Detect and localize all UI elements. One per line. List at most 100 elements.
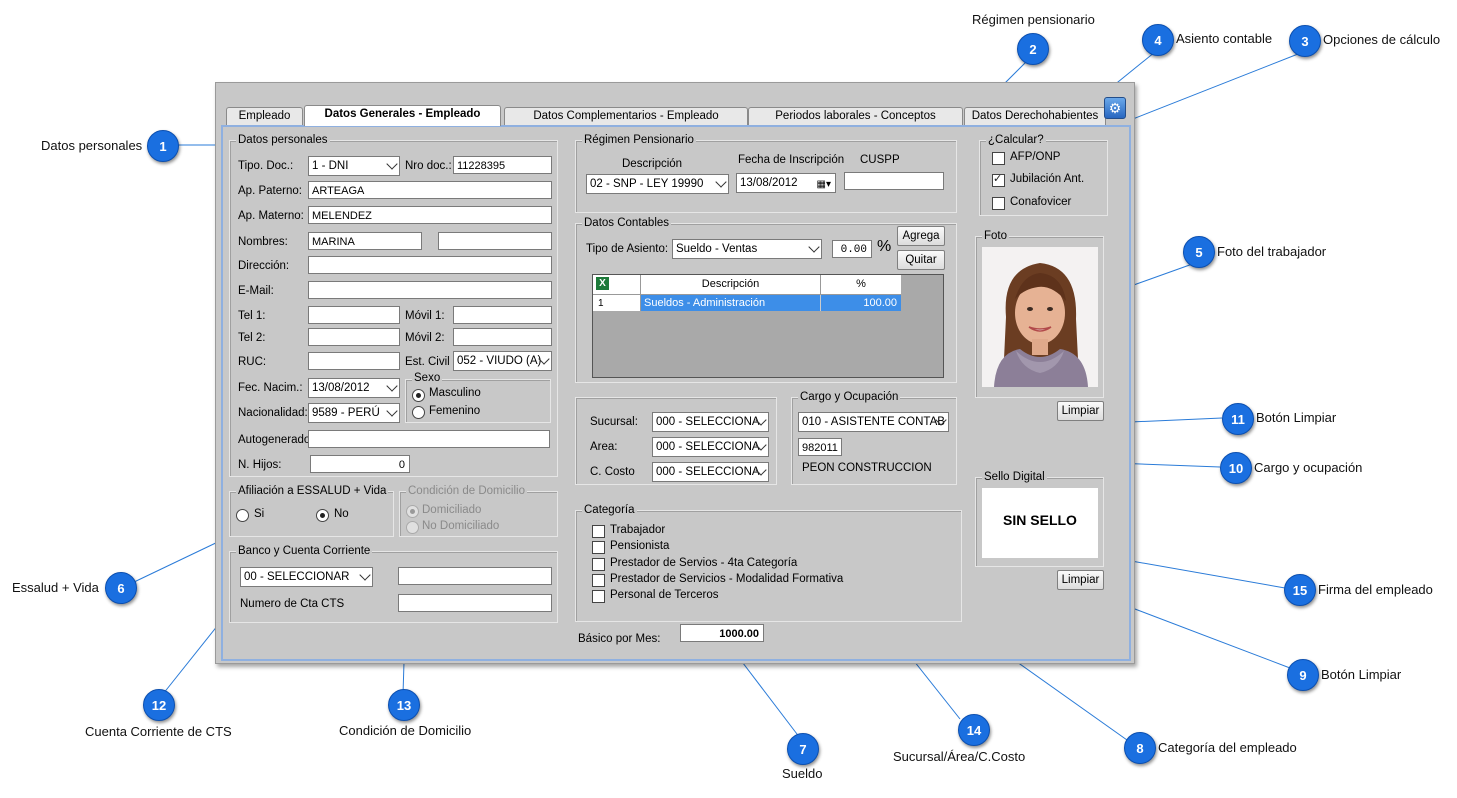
est-civil-select[interactable]: 052 - VIUDO (A) [453, 351, 552, 371]
prestador-4ta-checkbox[interactable] [592, 558, 605, 571]
tab-datos-derechohabientes[interactable]: Datos Derechohabientes [964, 107, 1106, 125]
tipo-asiento-select[interactable]: Sueldo - Ventas [672, 239, 822, 259]
femenino-radio[interactable] [412, 406, 425, 419]
ap-paterno-input[interactable]: ARTEAGA [308, 181, 552, 199]
masculino-label: Masculino [429, 387, 481, 399]
callout-badge-2: 2 [1017, 33, 1049, 65]
fecha-inscripcion-picker[interactable]: 13/08/2012 ▦▾ [736, 173, 836, 193]
n-hijos-input[interactable]: 0 [310, 455, 410, 473]
tab-periodos-laborales[interactable]: Periodos laborales - Conceptos [748, 107, 963, 125]
prestador-formativa-checkbox[interactable] [592, 574, 605, 587]
cuspp-label: CUSPP [860, 154, 900, 166]
excel-icon[interactable]: X [596, 277, 609, 290]
cts-input[interactable] [398, 594, 552, 612]
movil2-label: Móvil 2: [405, 332, 445, 344]
sello-legend: Sello Digital [982, 471, 1047, 483]
callout-label-6: Essalud + Vida [12, 580, 99, 595]
conafovicer-checkbox[interactable] [992, 197, 1005, 210]
percent-sign: % [877, 238, 892, 255]
employee-window: Empleado Datos Generales - Empleado Dato… [215, 82, 1135, 664]
autogenerado-label: Autogenerado: [238, 434, 314, 446]
afp-onp-checkbox[interactable] [992, 152, 1005, 165]
limpiar-sello-button[interactable]: Limpiar [1057, 570, 1104, 590]
ruc-label: RUC: [238, 356, 267, 368]
callout-badge-11: 11 [1222, 403, 1254, 435]
tipo-asiento-label: Tipo de Asiento: [586, 243, 669, 255]
email-input[interactable] [308, 281, 552, 299]
direccion-input[interactable] [308, 256, 552, 274]
quitar-button[interactable]: Quitar [897, 250, 945, 270]
nombres-input[interactable]: MARINA [308, 232, 422, 250]
ap-materno-input[interactable]: MELENDEZ [308, 206, 552, 224]
essalud-si-radio[interactable] [236, 509, 249, 522]
tab-datos-complementarios[interactable]: Datos Complementarios - Empleado [504, 107, 748, 125]
datos-personales-legend: Datos personales [236, 134, 330, 146]
agrega-button[interactable]: Agrega [897, 226, 945, 246]
nombres-2-input[interactable] [438, 232, 552, 250]
banco-group: Banco y Cuenta Corriente 00 - SELECCIONA… [229, 545, 558, 623]
ccosto-select[interactable]: 000 - SELECCIONA [652, 462, 769, 482]
domicilio-legend: Condición de Domicilio [406, 485, 527, 497]
fec-nacim-picker[interactable]: 13/08/2012 [308, 378, 400, 398]
email-label: E-Mail: [238, 285, 274, 297]
cuspp-input[interactable] [844, 172, 944, 190]
area-select[interactable]: 000 - SELECCIONA [652, 437, 769, 457]
masculino-radio[interactable] [412, 389, 425, 402]
regimen-group: Régimen Pensionario Descripción 02 - SNP… [575, 134, 957, 213]
cargo-select[interactable]: 010 - ASISTENTE CONTAB [798, 412, 949, 432]
trabajador-checkbox[interactable] [592, 525, 605, 538]
grid-header-descripcion[interactable]: Descripción [641, 275, 821, 295]
jubilacion-checkbox[interactable] [992, 172, 1005, 187]
personal-terceros-label: Personal de Terceros [610, 589, 719, 601]
grid-row-pct[interactable]: 100.00 [821, 295, 901, 311]
callout-badge-1: 1 [147, 130, 179, 162]
ruc-input[interactable] [308, 352, 400, 370]
basico-input[interactable]: 1000.00 [680, 624, 764, 642]
cuenta-corriente-input[interactable] [398, 567, 552, 585]
nro-doc-input[interactable]: 11228395 [453, 156, 552, 174]
sexo-legend: Sexo [412, 372, 443, 384]
calcular-legend: ¿Calcular? [986, 134, 1046, 146]
tab-datos-generales[interactable]: Datos Generales - Empleado [304, 105, 501, 126]
callout-label-3: Opciones de cálculo [1323, 32, 1441, 47]
no-domiciliado-radio[interactable] [406, 521, 419, 534]
sin-sello-text: SIN SELLO [1003, 512, 1077, 528]
categoria-legend: Categoría [582, 504, 637, 516]
personal-terceros-checkbox[interactable] [592, 590, 605, 603]
employee-photo[interactable] [982, 247, 1098, 387]
banco-select[interactable]: 00 - SELECCIONAR [240, 567, 373, 587]
femenino-label: Femenino [429, 405, 481, 417]
callout-badge-12: 12 [143, 689, 175, 721]
tel2-input[interactable] [308, 328, 400, 346]
movil1-input[interactable] [453, 306, 552, 324]
grid-header-pct[interactable]: % [821, 275, 901, 295]
callout-badge-3: 3 [1289, 25, 1321, 57]
grid-row-descripcion[interactable]: Sueldos - Administración [641, 295, 821, 311]
tipo-doc-select[interactable]: 1 - DNI [308, 156, 400, 176]
jubilacion-label: Jubilación Ant. [1010, 173, 1085, 185]
n-hijos-label: N. Hijos: [238, 459, 282, 471]
domiciliado-radio[interactable] [406, 505, 419, 518]
tab-empleado[interactable]: Empleado [226, 107, 303, 125]
tel1-input[interactable] [308, 306, 400, 324]
movil2-input[interactable] [453, 328, 552, 346]
grid-corner: X [593, 275, 641, 295]
ocupacion-code-input[interactable]: 982011 [798, 438, 842, 456]
essalud-no-radio[interactable] [316, 509, 329, 522]
tel2-label: Tel 2: [238, 332, 266, 344]
callout-label-8: Categoría del empleado [1158, 740, 1297, 755]
callout-label-1: Datos personales [41, 138, 143, 153]
signature-image[interactable]: SIN SELLO [982, 488, 1098, 558]
ap-paterno-label: Ap. Paterno: [238, 185, 302, 197]
pensionista-checkbox[interactable] [592, 541, 605, 554]
sucursal-select[interactable]: 000 - SELECCIONA [652, 412, 769, 432]
callout-label-11: Botón Limpiar [1256, 410, 1337, 425]
regimen-desc-select[interactable]: 02 - SNP - LEY 19990 [586, 174, 729, 194]
nacionalidad-select[interactable]: 9589 - PERÚ [308, 403, 400, 423]
asiento-grid[interactable]: X Descripción % 1 Sueldos - Administraci… [592, 274, 944, 378]
callout-label-4: Asiento contable [1176, 31, 1273, 46]
porcentaje-input[interactable]: 0.00 [832, 240, 872, 258]
autogenerado-input[interactable] [308, 430, 550, 448]
limpiar-foto-button[interactable]: Limpiar [1057, 401, 1104, 421]
gear-icon[interactable]: ⚙ [1104, 97, 1126, 119]
